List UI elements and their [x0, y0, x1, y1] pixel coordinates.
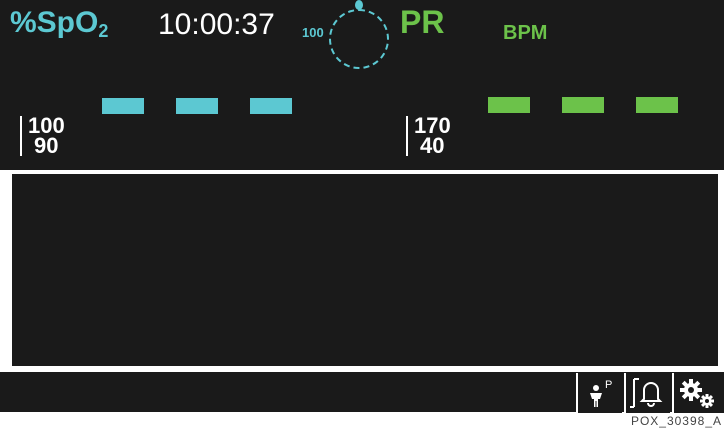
- figure-caption: POX_30398_A: [630, 414, 722, 428]
- pulse-amplitude-marker: [355, 0, 363, 10]
- pulse-amplitude-value: 100: [302, 25, 324, 40]
- pr-reading-dash: [636, 97, 678, 113]
- spo2-label-subscript: 2: [98, 21, 109, 41]
- pr-alarm-limits: 170 40: [406, 115, 451, 158]
- monitor-screen: %SpO2 10:00:37 100 PR BPM 100 90 170 40: [0, 0, 724, 413]
- waveform-area: [12, 174, 718, 366]
- pr-reading-dash: [562, 97, 604, 113]
- alarm-limits-button[interactable]: [624, 373, 670, 413]
- spo2-label-main: %SpO: [10, 6, 99, 39]
- spo2-reading-dash: [176, 98, 218, 114]
- numerics-panel: %SpO2 10:00:37 100 PR BPM 100 90 170 40: [0, 0, 724, 170]
- patient-mode-badge: P: [605, 379, 612, 391]
- pr-reading-dash: [488, 97, 530, 113]
- spo2-alarm-limits: 100 90: [20, 115, 65, 158]
- spo2-reading-dash: [102, 98, 144, 114]
- alarm-limits-icon: [630, 378, 663, 408]
- pr-label: PR: [400, 4, 445, 40]
- pulse-amplitude-indicator: [329, 9, 389, 69]
- pr-alarm-limit-low: 40: [420, 133, 445, 158]
- settings-button[interactable]: [672, 373, 724, 413]
- patient-mode-icon: P: [590, 379, 612, 407]
- settings-gears-icon: [680, 379, 714, 408]
- patient-mode-button[interactable]: P: [576, 373, 622, 413]
- spo2-reading-dash: [250, 98, 292, 114]
- spo2-label: %SpO2: [10, 6, 108, 43]
- pr-unit-label: BPM: [503, 22, 548, 44]
- spo2-alarm-limit-low: 90: [34, 133, 59, 158]
- clock-time: 10:00:37: [158, 8, 275, 41]
